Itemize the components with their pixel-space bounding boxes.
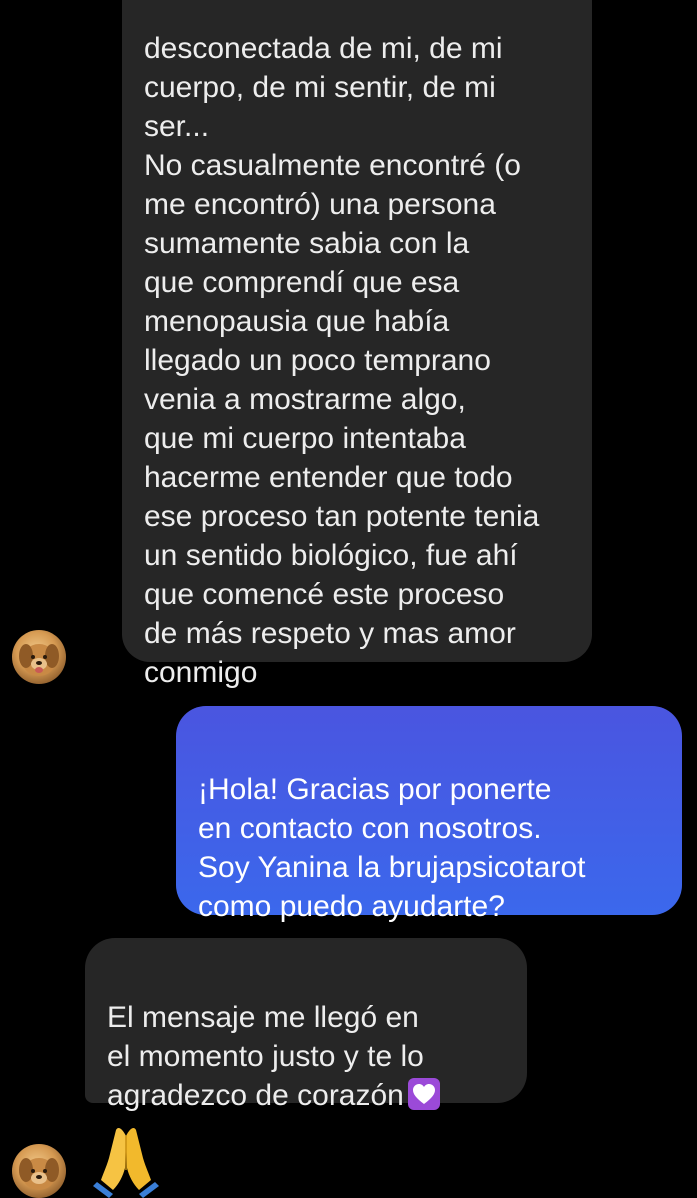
contact-avatar[interactable] <box>12 1144 66 1198</box>
white-heart-icon <box>407 1078 440 1110</box>
chat-thread: desconectada de mi, de mi cuerpo, de mi … <box>0 0 697 1198</box>
outgoing-message-bubble[interactable]: ¡Hola! Gracias por ponerte en contacto c… <box>176 706 682 923</box>
folded-hands-icon[interactable] <box>93 1124 159 1198</box>
message-text: ¡Hola! Gracias por ponerte en contacto c… <box>198 773 586 923</box>
incoming-message-bubble[interactable]: El mensaje me llegó en el momento justo … <box>85 938 527 1112</box>
message-text: El mensaje me llegó en el momento justo … <box>107 1001 424 1112</box>
incoming-message-bubble[interactable]: desconectada de mi, de mi cuerpo, de mi … <box>122 0 592 689</box>
dog-photo-icon <box>19 1158 59 1190</box>
dog-photo-icon <box>19 644 59 676</box>
message-text: desconectada de mi, de mi cuerpo, de mi … <box>144 32 540 689</box>
contact-avatar[interactable] <box>12 630 66 684</box>
